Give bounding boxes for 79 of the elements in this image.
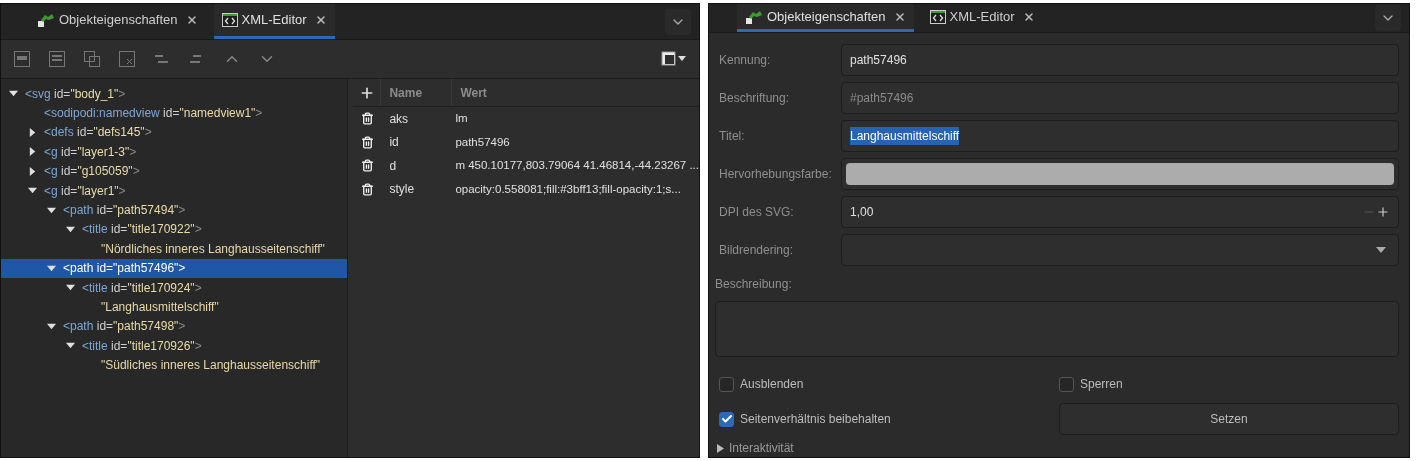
close-icon[interactable] — [185, 14, 198, 26]
delete-icon[interactable] — [360, 112, 374, 126]
tree-node[interactable]: <svg id="body_1"> — [1, 84, 348, 104]
text-field[interactable]: #path57496 — [841, 82, 1399, 114]
set-button[interactable]: Setzen — [1059, 403, 1399, 435]
expanded-triangle-icon[interactable] — [66, 341, 75, 351]
attribute-name: aks — [388, 110, 410, 128]
attribute-value[interactable]: m 450.10177,803.79064 41.46814,-44.23267 ... — [446, 157, 699, 175]
field-label: Hervorhebungsfarbe: — [719, 166, 833, 183]
delete-icon[interactable] — [360, 135, 374, 149]
tree-node[interactable]: <title id="title170924"> — [1, 277, 348, 298]
delete-icon[interactable] — [360, 159, 374, 173]
collapsed-triangle-icon[interactable] — [28, 166, 37, 176]
checkmark-icon — [720, 413, 733, 425]
panel-tab[interactable]: Objekteigenschaften — [29, 4, 206, 39]
attribute-name: style — [388, 181, 416, 199]
attribute-value[interactable]: lm — [446, 110, 468, 128]
tree-node[interactable]: <g id="layer1-3"> — [1, 142, 348, 162]
checkbox[interactable]: Sperren — [1059, 375, 1123, 393]
tree-node[interactable]: <defs id="defs145"> — [1, 122, 348, 143]
properties-icon — [37, 12, 55, 28]
collapsed-triangle-icon[interactable] — [28, 147, 37, 157]
attribute-value[interactable]: path57496 — [446, 133, 510, 151]
number-field[interactable]: 1,00 — [841, 196, 1399, 228]
field-label: DPI des SVG: — [719, 204, 795, 221]
layout-menu-icon[interactable] — [661, 51, 687, 67]
expanded-triangle-icon[interactable] — [9, 89, 18, 99]
expanded-triangle-icon[interactable] — [47, 263, 56, 273]
text-field[interactable]: Langhausmittelschiff — [841, 120, 1399, 152]
checkbox[interactable]: Ausblenden — [719, 375, 804, 393]
field-label: Bildrendering: — [719, 242, 795, 259]
expanded-triangle-icon[interactable] — [47, 205, 56, 215]
code-icon — [929, 8, 946, 25]
field-label: Beschriftung: — [719, 90, 791, 107]
tree-node[interactable]: <title id="title170922"> — [1, 219, 348, 240]
expander[interactable]: Interaktivität — [717, 439, 1399, 457]
tree-node[interactable]: "Langhausmittelschiff" — [1, 297, 348, 317]
expanded-triangle-icon[interactable] — [66, 283, 75, 293]
tree-node[interactable]: "Nördliches inneres Langhausseitenschiff" — [1, 239, 348, 259]
new-text-icon[interactable] — [48, 50, 66, 68]
attribute-name: d — [388, 157, 398, 175]
tree-node[interactable]: "Südliches inneres Langhausseitenschiff" — [1, 355, 348, 375]
tree-node[interactable]: <g id="layer1"> — [1, 180, 348, 201]
new-element-icon[interactable] — [13, 50, 31, 68]
tree-node[interactable]: <title id="title170926"> — [1, 336, 348, 356]
code-icon — [221, 12, 238, 28]
panel-tab[interactable]: XML-Editor — [921, 4, 1043, 32]
properties-icon — [745, 8, 763, 25]
panel-menu-button[interactable] — [665, 8, 691, 35]
panel-tab[interactable]: Objekteigenschaften — [737, 4, 914, 32]
tree-node[interactable]: <path id="path57498"> — [1, 316, 348, 337]
close-icon[interactable] — [314, 14, 327, 26]
field-label: Kennung: — [719, 52, 772, 69]
tree-node[interactable]: <sodipodi:namedview id="namedview1"> — [1, 103, 348, 123]
checkbox[interactable]: Seitenverhältnis beibehalten — [719, 410, 891, 428]
field-label: Beschreibung: — [715, 276, 793, 293]
column-header: Name — [388, 84, 424, 102]
tree-node[interactable]: <path id="path57496"> — [1, 258, 348, 278]
expanded-triangle-icon[interactable] — [47, 321, 56, 331]
collapsed-triangle-icon[interactable] — [28, 127, 37, 137]
attribute-value[interactable]: opacity:0.558081;fill:#3bff13;fill-opacity:1;s... — [446, 180, 681, 198]
increment-icon[interactable] — [1376, 205, 1390, 219]
tree-node[interactable]: <g id="g105059"> — [1, 161, 348, 181]
expanded-triangle-icon[interactable] — [66, 224, 75, 234]
expand-triangle-icon — [717, 443, 724, 453]
panel-tab[interactable]: XML-Editor — [213, 4, 335, 39]
panel-menu-button[interactable] — [1375, 5, 1401, 31]
tree-node[interactable]: <path id="path57494"> — [1, 200, 348, 220]
duplicate-icon[interactable] — [83, 50, 101, 68]
column-header: Wert — [459, 84, 487, 102]
delete-icon[interactable] — [360, 182, 374, 196]
dropdown-arrow-icon — [1376, 247, 1386, 253]
close-icon[interactable] — [893, 10, 906, 23]
text-field[interactable]: path57496 — [841, 44, 1399, 76]
field-label: Titel: — [719, 128, 746, 145]
delete-node-icon[interactable] — [118, 50, 136, 68]
expanded-triangle-icon[interactable] — [28, 186, 37, 196]
attribute-name: id — [388, 134, 400, 152]
close-icon[interactable] — [1022, 10, 1035, 23]
